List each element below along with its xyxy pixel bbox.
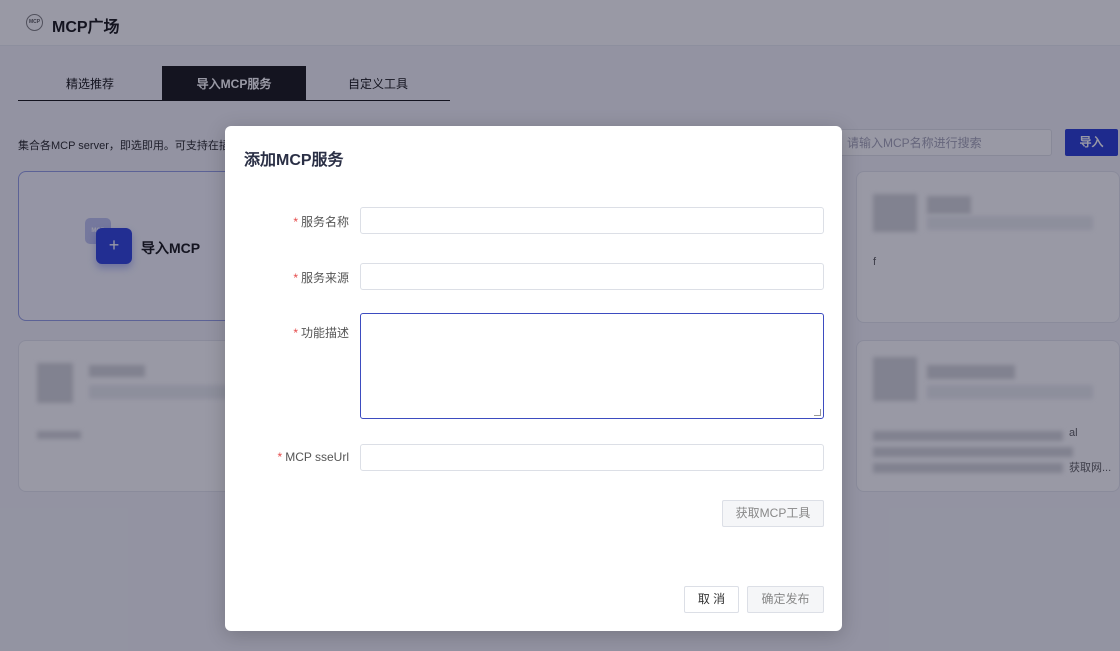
required-mark: *: [293, 271, 298, 285]
publish-button[interactable]: 确定发布: [747, 586, 824, 613]
service-name-input[interactable]: [360, 207, 824, 234]
add-mcp-service-dialog: 添加MCP服务 * 服务名称 * 服务来源 * 功能描述 * MCP sseUrl 获取…: [225, 126, 842, 631]
description-textarea[interactable]: [360, 313, 824, 419]
service-source-label: * 服务来源: [293, 271, 349, 285]
resize-handle-icon[interactable]: [814, 409, 821, 416]
service-source-input[interactable]: [360, 263, 824, 290]
required-mark: *: [293, 326, 298, 340]
required-mark: *: [277, 450, 283, 464]
sse-url-input[interactable]: [360, 444, 824, 471]
service-name-label: * 服务名称: [293, 215, 349, 229]
required-mark: *: [293, 215, 298, 229]
fetch-mcp-tools-button[interactable]: 获取MCP工具: [722, 500, 824, 527]
sse-url-label: * MCP sseUrl: [277, 450, 349, 464]
description-label: * 功能描述: [293, 326, 349, 340]
cancel-button[interactable]: 取 消: [684, 586, 739, 613]
dialog-title: 添加MCP服务: [244, 152, 344, 169]
